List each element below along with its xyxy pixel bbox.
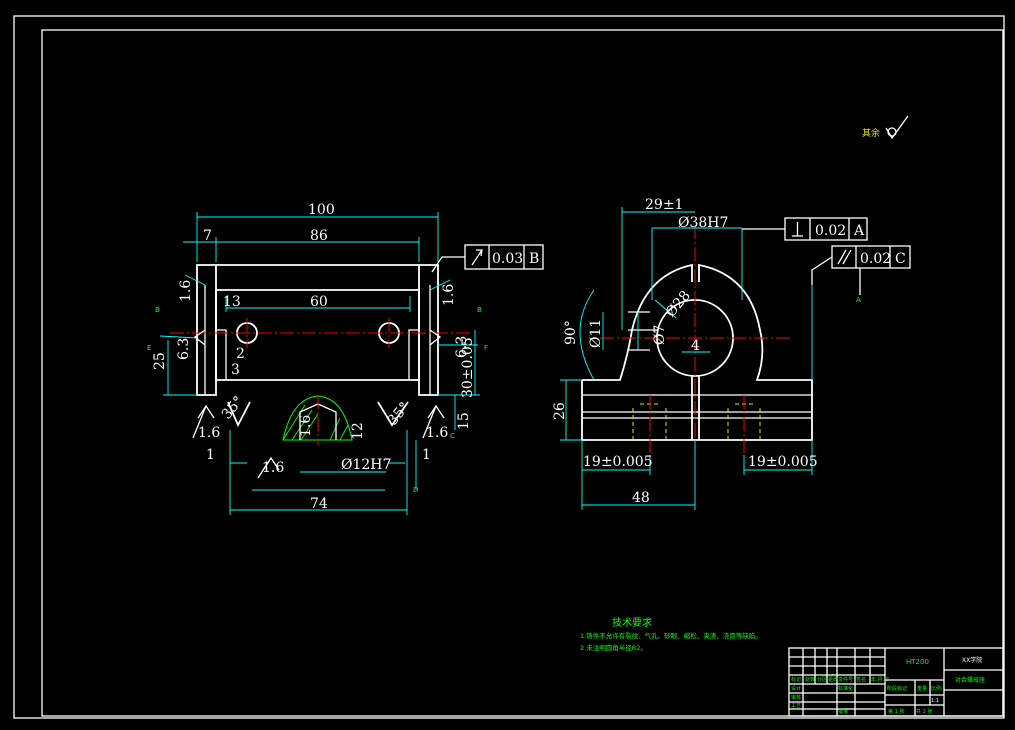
tech-title: 技术要求 <box>612 616 652 629</box>
tb-cell-std: 标准化 <box>838 685 853 692</box>
dim-48: 48 <box>632 490 650 506</box>
sheet: 第 1 张 <box>888 708 904 715</box>
dim-1-right: 1 <box>422 447 431 463</box>
dim-4: 4 <box>691 338 700 354</box>
text-layer: 100 7 86 1.6 1.6 13 60 6.3 2 3 25 6.3 30… <box>147 127 985 715</box>
tb-cell-count: 处数 <box>805 676 815 683</box>
dim-15: 15 <box>456 412 472 430</box>
material: HT200 <box>906 658 929 666</box>
dim-100: 100 <box>308 202 335 218</box>
marker-a: A <box>856 296 861 304</box>
marker-c: C <box>450 432 455 440</box>
tb-cell-mark: 标记 <box>791 676 801 683</box>
dim-1.6-br: 1.6 <box>426 425 448 441</box>
dim-60: 60 <box>310 294 328 310</box>
dim-28: Ø28 <box>663 288 694 321</box>
dim-3: 3 <box>231 362 240 378</box>
marker-b-right: B <box>477 306 482 314</box>
parallel-value: 0.02 <box>860 251 891 267</box>
dim-1.6-right: 1.6 <box>441 284 457 306</box>
dim-1.6-bl: 1.6 <box>198 425 220 441</box>
perp-symbol: ⊥ <box>791 235 792 237</box>
parallel-symbol: // <box>837 262 838 264</box>
tb-cell-process: 工艺 <box>791 703 801 709</box>
tb-cell-ratio: 比例 <box>931 685 941 692</box>
dim-1.6-bottom: 1.6 <box>262 460 284 476</box>
tech-item-1: 1.铸件不允许有裂纹、气孔、砂眼、缩松、夹渣、浇冒等缺陷。 <box>580 631 762 640</box>
tb-cell-review: 审核 <box>791 694 801 701</box>
part-name: 对合螺母座 <box>955 676 985 684</box>
school: XX学院 <box>962 656 982 664</box>
perp-value: 0.02 <box>815 223 846 239</box>
dim-25: 25 <box>152 352 168 370</box>
dim-30: 30±0.05 <box>460 337 476 398</box>
dim-12H7: Ø12H7 <box>341 457 391 473</box>
dim-38H7: Ø38H7 <box>678 215 728 231</box>
dim-29: 29±1 <box>645 197 683 213</box>
dim-1-left: 1 <box>206 447 215 463</box>
dim-74: 74 <box>310 496 328 512</box>
runout-value: 0.03 <box>492 251 523 267</box>
tb-cell-design: 设计 <box>791 685 801 692</box>
dim-19-left: 19±0.005 <box>583 454 653 470</box>
marker-d: D <box>413 486 418 494</box>
dim-1.6-section: 1.6 <box>298 415 314 437</box>
dim-12: 12 <box>350 422 366 440</box>
dim-35-right: 35° <box>385 399 413 428</box>
runout-symbol: ↗ <box>474 262 475 264</box>
dim-11: Ø11 <box>588 319 604 348</box>
total: 共 2 张 <box>916 708 932 715</box>
dim-35-left: 35° <box>219 393 247 422</box>
parallel-datum: C <box>895 251 906 267</box>
tb-cell-doc: 更改文件号 <box>828 676 853 683</box>
dim-86: 86 <box>310 228 328 244</box>
runout-datum: B <box>529 251 539 267</box>
tb-cell-zone: 分区 <box>817 676 827 683</box>
dim-7: Ø7 <box>652 325 668 345</box>
tb-cell-stage: 阶段标记 <box>887 685 907 692</box>
tb-cell-sign: 签名 <box>856 676 866 683</box>
dim-13: 13 <box>223 294 241 310</box>
marker-e: E <box>147 344 151 352</box>
scale: 1:1 <box>931 698 939 704</box>
tb-cell-weight: 重量 <box>917 685 927 692</box>
tb-cell-date: 年.月.日 <box>871 676 889 683</box>
perp-datum: A <box>853 223 865 239</box>
marker-f: F <box>484 344 488 352</box>
marker-b-left: B <box>155 306 160 314</box>
tech-item-2: 2.未注明圆角半径R2。 <box>580 643 647 652</box>
dim-26: 26 <box>552 402 568 420</box>
dim-7: 7 <box>203 228 212 244</box>
dim-1.6-left: 1.6 <box>178 280 194 302</box>
surface-note-text: 其余 <box>862 127 880 139</box>
tb-cell-approve: 批准 <box>838 708 848 715</box>
dim-90deg: 90° <box>563 320 579 345</box>
dim-2: 2 <box>236 346 245 362</box>
dim-19-right: 19±0.005 <box>748 454 818 470</box>
dim-6.3-left: 6.3 <box>176 338 192 360</box>
